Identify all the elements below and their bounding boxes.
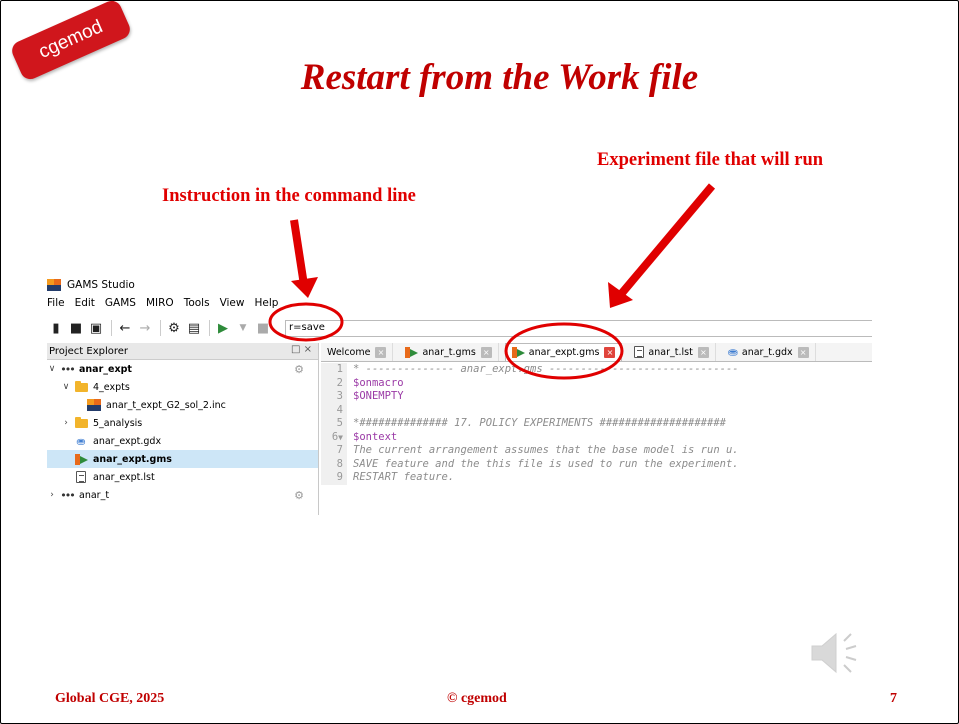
- arrow-to-command-line: [290, 219, 318, 298]
- highlight-circle-experiment-tab: [504, 322, 624, 380]
- arrow-to-experiment-tab: [608, 183, 716, 308]
- footer-course: Global CGE, 2025: [55, 691, 165, 706]
- page-number: 7: [890, 691, 897, 706]
- highlight-circle-command-line: [268, 302, 344, 342]
- speaker-icon[interactable]: [808, 628, 868, 678]
- annotation-overlay: [268, 183, 716, 380]
- footer-copyright: © cgemod: [447, 691, 507, 706]
